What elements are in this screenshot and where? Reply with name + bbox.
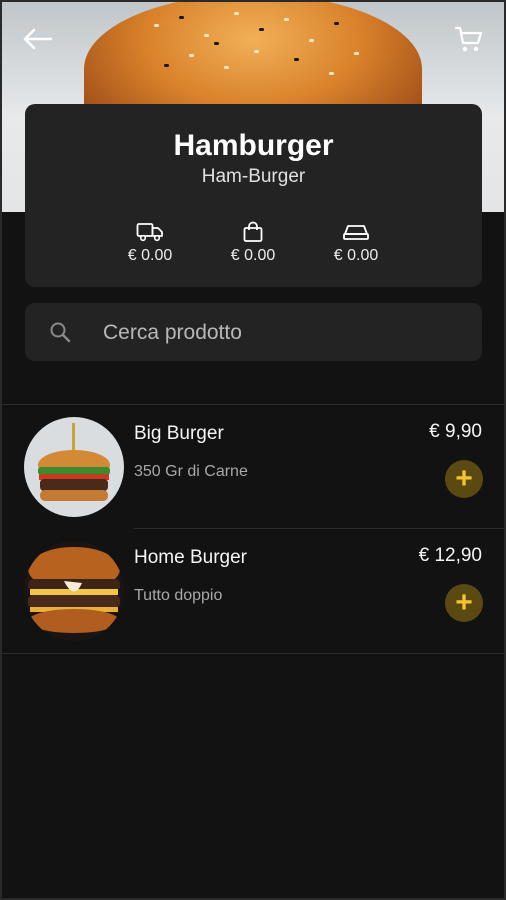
table-cost-value: € 0.00	[333, 247, 379, 264]
page-subtitle: Ham-Burger	[201, 166, 306, 187]
search-bar[interactable]	[25, 303, 482, 363]
takeaway-cost-stat: € 0.00	[208, 219, 298, 265]
back-button[interactable]	[20, 22, 54, 56]
add-to-cart-button[interactable]: +	[445, 584, 483, 622]
product-image	[24, 541, 124, 641]
cart-button[interactable]	[452, 22, 486, 56]
product-price: € 9,90	[429, 421, 482, 442]
tray-icon	[343, 225, 369, 240]
product-name: Big Burger	[134, 423, 224, 444]
product-description: Tutto doppio	[134, 587, 223, 604]
add-to-cart-button[interactable]: +	[445, 460, 483, 498]
arrow-left-icon	[23, 28, 53, 50]
search-input[interactable]	[101, 303, 465, 363]
table-cost-stat: € 0.00	[311, 219, 401, 265]
delivery-cost-stat: € 0.00	[105, 219, 195, 265]
shopping-bag-icon	[243, 221, 263, 242]
product-description: 350 Gr di Carne	[134, 463, 248, 480]
cart-icon	[454, 26, 483, 52]
product-name: Home Burger	[134, 547, 247, 568]
divider	[2, 653, 504, 654]
product-image	[24, 417, 124, 517]
product-price: € 12,90	[418, 545, 482, 566]
product-item[interactable]: Home Burger Tutto doppio € 12,90 +	[0, 529, 506, 653]
search-icon	[50, 322, 71, 343]
delivery-cost-value: € 0.00	[127, 247, 173, 264]
page-title: Hamburger	[173, 129, 334, 162]
category-info-card: Hamburger Ham-Burger € 0.00 € 0.00 € 0.0…	[25, 104, 482, 287]
takeaway-cost-value: € 0.00	[230, 247, 276, 264]
product-item[interactable]: Big Burger 350 Gr di Carne € 9,90 +	[0, 405, 506, 529]
truck-icon	[136, 223, 163, 242]
